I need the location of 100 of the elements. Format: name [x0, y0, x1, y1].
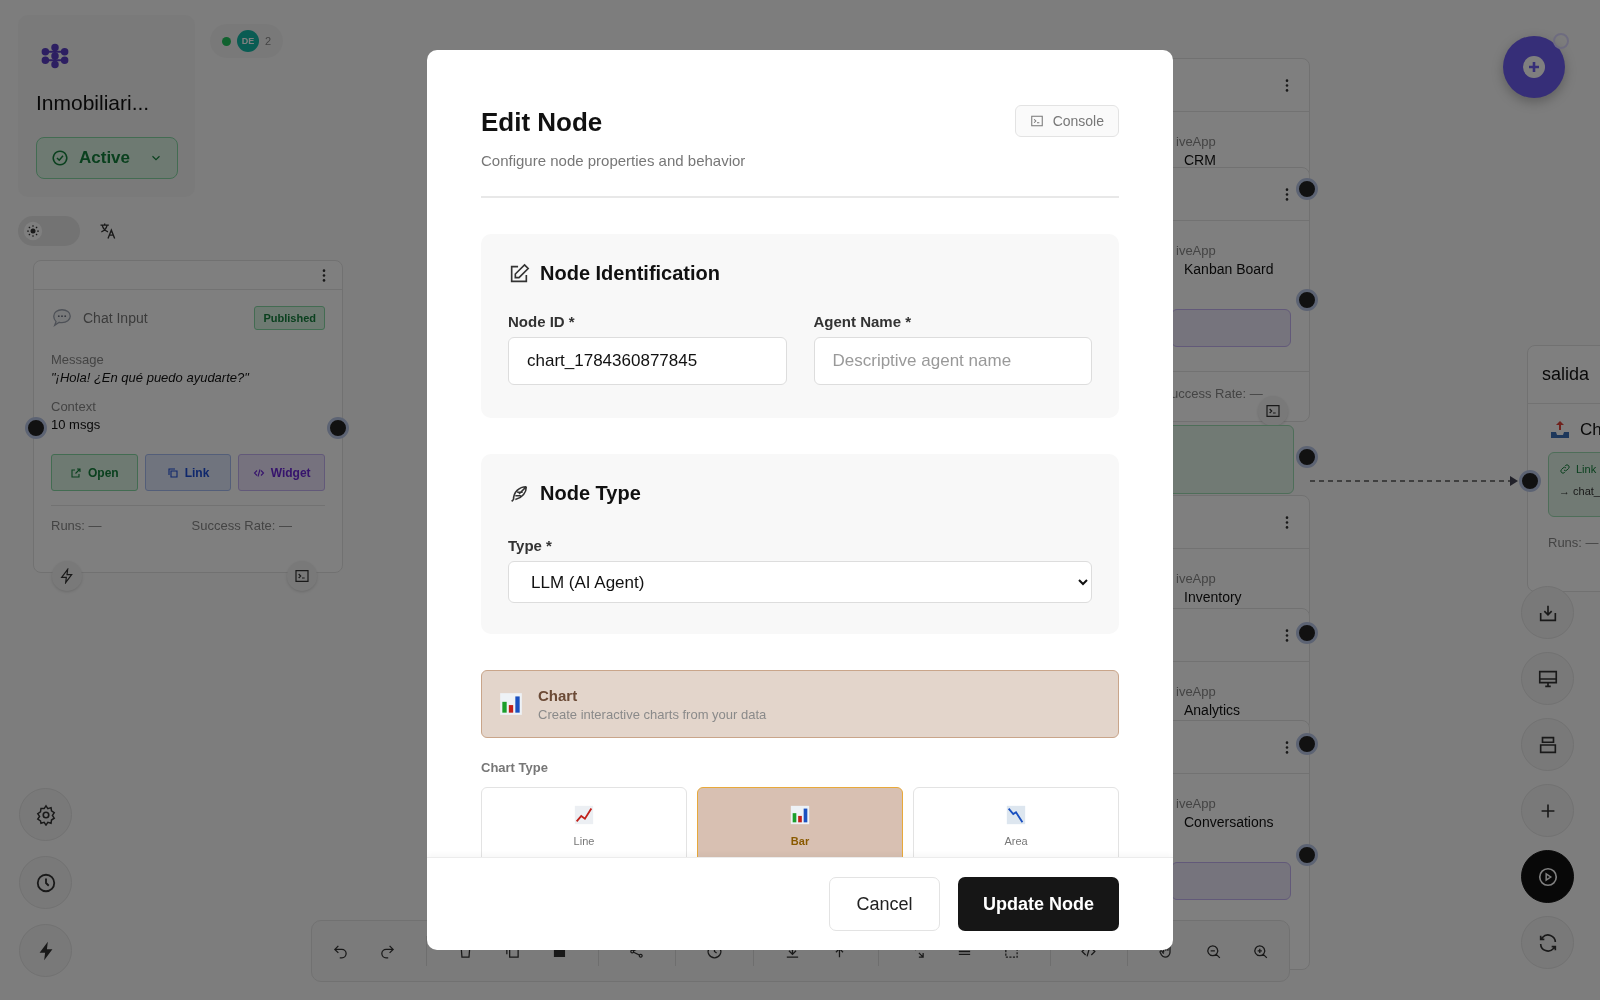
link-label: Link: [1576, 463, 1597, 475]
node-name: Ch: [1580, 420, 1600, 440]
app-type: iveApp: [1175, 570, 1217, 586]
lightning-icon: [59, 568, 75, 584]
more-icon[interactable]: [1285, 78, 1289, 92]
dialog-title: Edit Node: [481, 107, 604, 138]
add-node-button[interactable]: [1521, 784, 1574, 837]
preview-button[interactable]: [1521, 652, 1574, 705]
chart-type-option[interactable]: Line: [481, 787, 687, 857]
settings-icon: [34, 803, 57, 826]
plus-icon: [1522, 55, 1546, 79]
published-badge: Published: [254, 306, 325, 330]
automation-button[interactable]: [19, 924, 72, 977]
app-type: iveApp: [1175, 133, 1217, 149]
chat-input-node[interactable]: Chat Input Published Message "¡Hola! ¿En qué puedo ayudarte?" Context 10 msgs Open Link Widget Runs: — Success Rate: —: [33, 260, 343, 573]
more-icon[interactable]: [1285, 187, 1289, 201]
type-title: Chart: [538, 686, 579, 704]
field-label: Type *: [508, 537, 553, 554]
app-name: Analytics: [1183, 701, 1242, 718]
connection-port[interactable]: [327, 417, 349, 439]
app-name: Inventory: [1183, 588, 1243, 605]
text-field[interactable]: Descriptive agent name: [813, 337, 1092, 385]
area-chart-icon: [1005, 803, 1027, 826]
console-button[interactable]: [287, 561, 317, 591]
link-icon: [1559, 463, 1571, 475]
bar-chart-icon: [498, 691, 524, 717]
node-title: salida: [1528, 346, 1600, 404]
import-button[interactable]: [1521, 586, 1574, 639]
connection-port[interactable]: [1296, 733, 1318, 755]
add-button[interactable]: [1503, 36, 1565, 98]
chart-type-option[interactable]: Bar: [697, 787, 903, 857]
app-name: Conversations: [1183, 813, 1275, 830]
connection-port[interactable]: [1296, 844, 1318, 866]
more-icon[interactable]: [1285, 740, 1289, 754]
type-select[interactable]: LLM (AI Agent): [508, 561, 1092, 603]
connection-port[interactable]: [1296, 446, 1318, 468]
cancel-button[interactable]: Cancel: [829, 877, 940, 931]
field-label: Message: [51, 352, 105, 367]
layers-button[interactable]: [1521, 718, 1574, 771]
connection-port[interactable]: [1519, 470, 1541, 492]
type-description: Create interactive charts from your data: [538, 706, 767, 722]
field-label: Context: [51, 399, 97, 414]
connection-port[interactable]: [1296, 289, 1318, 311]
run-button[interactable]: [1521, 850, 1574, 903]
more-icon[interactable]: [322, 268, 326, 282]
app-name: Kanban Board: [1183, 260, 1275, 277]
connection-port[interactable]: [1296, 622, 1318, 644]
output-node[interactable]: salida Ch Link → chat_ Runs: —: [1527, 345, 1600, 592]
code-icon: [252, 466, 265, 479]
more-icon[interactable]: [1285, 515, 1289, 529]
link-button[interactable]: Link: [144, 454, 232, 491]
terminal-icon: [294, 568, 310, 584]
trigger-button[interactable]: [52, 561, 82, 591]
app-type: iveApp: [1175, 242, 1217, 258]
field-label: Agent Name *: [813, 313, 913, 330]
history-button[interactable]: [19, 856, 72, 909]
external-link-icon: [70, 466, 82, 479]
line-chart-icon: [573, 803, 595, 826]
field-label: Chart Type: [481, 760, 549, 775]
copy-icon: [166, 466, 179, 479]
app-type: iveApp: [1175, 795, 1217, 811]
edit-icon: [508, 262, 530, 285]
play-circle-icon: [1536, 865, 1559, 888]
chart-type-option[interactable]: Area: [913, 787, 1119, 857]
status-dropdown[interactable]: Active: [36, 137, 178, 179]
field-label: Node ID *: [508, 313, 576, 330]
widget-button[interactable]: Widget: [238, 454, 325, 491]
speech-bubble-icon: [51, 307, 73, 329]
field-value: "¡Hola! ¿En qué puedo ayudarte?": [51, 370, 251, 385]
field-value: 10 msgs: [51, 417, 102, 432]
terminal-icon: [1029, 114, 1044, 128]
section-title: Node Identification: [540, 262, 720, 285]
node-title: Chat Input: [83, 310, 148, 326]
stat-text: Runs: —: [1548, 535, 1600, 550]
status-ring-icon: [1553, 33, 1569, 49]
console-button[interactable]: Console: [1014, 105, 1119, 137]
open-button[interactable]: Open: [51, 454, 138, 491]
user-avatar: DE: [237, 30, 259, 52]
translate-icon[interactable]: [98, 221, 118, 241]
terminal-icon: [1265, 403, 1281, 419]
app-type: iveApp: [1175, 683, 1217, 699]
connection-port[interactable]: [1296, 178, 1318, 200]
more-icon[interactable]: [1285, 628, 1289, 642]
workspace-title: Inmobiliari...: [36, 91, 151, 115]
bar-chart-icon: [789, 803, 811, 826]
stat-text: Runs: —: [51, 518, 102, 533]
clock-icon: [34, 871, 57, 894]
network-logo-icon: [40, 41, 70, 71]
theme-toggle[interactable]: [18, 216, 80, 246]
refresh-button[interactable]: [1521, 916, 1574, 969]
update-node-button[interactable]: Update Node: [958, 877, 1119, 931]
dialog-subtitle: Configure node properties and behavior: [481, 152, 746, 169]
connection-port[interactable]: [25, 417, 47, 439]
section-title: Node Type: [540, 482, 641, 505]
settings-button[interactable]: [19, 788, 72, 841]
link-target: → chat_: [1559, 485, 1600, 497]
app-name: CRM: [1183, 151, 1217, 168]
text-field[interactable]: chart_1784360877845: [508, 337, 787, 385]
stat-text: Success Rate: —: [191, 518, 292, 533]
sun-icon: [23, 221, 43, 241]
